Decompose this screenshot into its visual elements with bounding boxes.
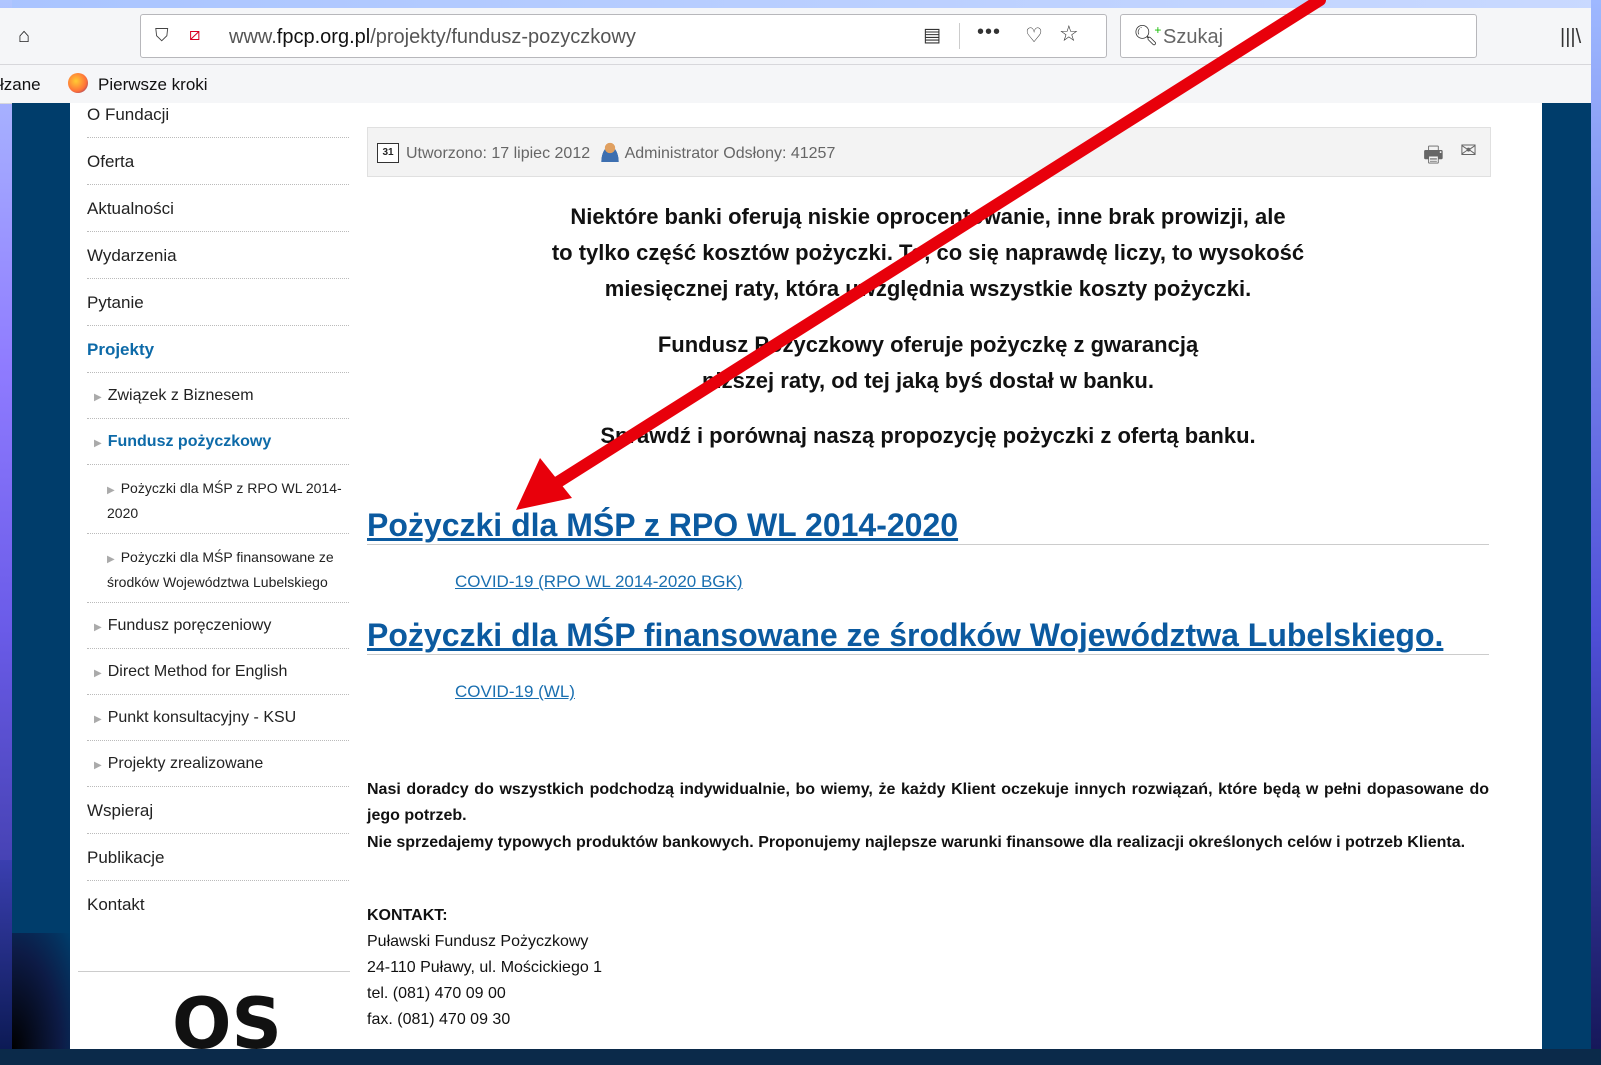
advisor-paragraph: Nasi doradcy do wszystkich podchodzą ind…: [367, 781, 1489, 824]
window-frame-left-lower: [0, 860, 12, 1049]
triangle-right-icon: ▶: [94, 714, 102, 725]
triangle-right-icon: ▶: [94, 622, 102, 633]
sidebar-subitem-direct-method[interactable]: ▶ Direct Method for English: [87, 649, 349, 695]
section-heading-wojewodztwo: Pożyczki dla MŚP finansowane ze środków …: [367, 617, 1489, 655]
sidebar-subitem-fundusz-pozyczkowy[interactable]: ▶ Fundusz pożyczkowy: [87, 419, 349, 465]
window-frame-right: [1591, 0, 1601, 1049]
sidebar-item-wspieraj[interactable]: Wspieraj: [87, 787, 349, 834]
covid-rpo-link[interactable]: COVID-19 (RPO WL 2014-2020 BGK): [455, 572, 743, 592]
browser-toolbar: ⌂ ⛉ ⧄ www.fpcp.org.pl/projekty/fundusz-p…: [0, 8, 1591, 65]
sidebar-item-aktualnosci[interactable]: Aktualności: [87, 185, 349, 232]
sidebar-subitem-projekty-zrealizowane[interactable]: ▶ Projekty zrealizowane: [87, 741, 349, 787]
sidebar-subsubitem-rpo-wl[interactable]: ▶ Pożyczki dla MŚP z RPO WL 2014-2020: [87, 465, 349, 534]
sidebar-item-o-fundacji[interactable]: O Fundacji: [87, 103, 349, 138]
shield-icon[interactable]: ⛉: [155, 25, 169, 46]
contact-line: tel. (081) 470 09 00: [367, 985, 506, 1002]
triangle-right-icon: ▶: [107, 485, 115, 496]
sidebar-subitem-fundusz-poreczeniowy[interactable]: ▶ Fundusz poręczeniowy: [87, 603, 349, 649]
sidebar-logo: OS: [172, 983, 282, 1065]
section-link-wojewodztwo[interactable]: Pożyczki dla MŚP finansowane ze środków …: [367, 617, 1443, 653]
author: Administrator: [624, 145, 719, 162]
insecure-connection-icon[interactable]: ⧄: [189, 24, 200, 45]
contact-heading: KONTAKT:: [367, 907, 448, 924]
window-frame-top: [0, 0, 1601, 8]
firefox-icon: [68, 73, 88, 93]
offer-paragraph: Nie sprzedajemy typowych produktów banko…: [367, 834, 1466, 851]
section-heading-rpo-wl: Pożyczki dla MŚP z RPO WL 2014-2020: [367, 507, 1489, 545]
sidebar-item-wydarzenia[interactable]: Wydarzenia: [87, 232, 349, 279]
urlbar-separator: [959, 23, 960, 49]
web-page: O Fundacji Oferta Aktualności Wydarzenia…: [12, 103, 1591, 1065]
article-meta: Utworzono: 17 lipiec 2012 Administrator …: [406, 142, 835, 163]
contact-block: KONTAKT: Puławski Fundusz Pożyczkowy 24-…: [367, 903, 602, 1033]
intro-line: to tylko część kosztów pożyczki. To, co …: [551, 240, 1305, 265]
article-info-bar: 31 Utworzono: 17 lipiec 2012 Administrat…: [367, 127, 1491, 177]
sidebar-subsubitem-wojewodztwo[interactable]: ▶ Pożyczki dla MŚP finansowane ze środków…: [87, 534, 349, 603]
triangle-right-icon: ▶: [94, 438, 102, 449]
url-text[interactable]: www.fpcp.org.pl/projekty/fundusz-pozyczk…: [229, 26, 636, 49]
sidebar-item-projekty[interactable]: Projekty: [87, 326, 349, 373]
sidebar-divider: [78, 971, 350, 972]
sidebar-item-oferta[interactable]: Oferta: [87, 138, 349, 185]
email-icon[interactable]: ✉︎: [1460, 138, 1477, 163]
intro-line: Fundusz Pożyczkowy oferuje pożyczkę z gw…: [657, 332, 1199, 357]
covid-wl-link[interactable]: COVID-19 (WL): [455, 682, 575, 702]
view-count: Odsłony: 41257: [723, 145, 836, 162]
contact-line: 24-110 Puławy, ul. Mościckiego 1: [367, 959, 603, 976]
library-icon[interactable]: |||\: [1560, 26, 1581, 49]
created-date: Utworzono: 17 lipiec 2012: [406, 145, 591, 162]
intro-cta: Sprawdź i porównaj naszą propozycję poży…: [600, 423, 1256, 448]
intro-line: miesięcznej raty, która uwzględnia wszys…: [604, 276, 1252, 301]
bookmark-item-pierwsze-kroki[interactable]: Pierwsze kroki: [98, 75, 208, 95]
bookmarks-bar: łzane Pierwsze kroki: [0, 65, 1591, 104]
search-bar[interactable]: 🔍︎+ Szukaj: [1120, 14, 1477, 58]
triangle-right-icon: ▶: [94, 668, 102, 679]
sidebar-subitem-ksu[interactable]: ▶ Punkt konsultacyjny - KSU: [87, 695, 349, 741]
reader-view-icon[interactable]: ▤: [923, 24, 941, 47]
search-icon[interactable]: 🔍︎+: [1133, 23, 1165, 48]
page-actions-icon[interactable]: •••: [977, 21, 1001, 44]
page-corner-decoration: [12, 933, 70, 1049]
intro-paragraph: Niektóre banki oferują niskie oprocentow…: [367, 199, 1489, 307]
intro-line: niższej raty, od tej jaką byś dostał w b…: [702, 368, 1154, 393]
triangle-right-icon: ▶: [94, 760, 102, 771]
user-icon: [598, 142, 621, 162]
calendar-icon: 31: [377, 143, 399, 163]
triangle-right-icon: ▶: [107, 554, 115, 565]
contact-line: Puławski Fundusz Pożyczkowy: [367, 933, 589, 950]
pocket-icon[interactable]: ♡: [1025, 23, 1043, 48]
bookmark-item-cut[interactable]: łzane: [0, 75, 41, 95]
sidebar-item-pytanie[interactable]: Pytanie: [87, 279, 349, 326]
home-icon[interactable]: ⌂: [18, 26, 38, 46]
sidebar-item-kontakt[interactable]: Kontakt: [87, 881, 349, 928]
print-icon[interactable]: 🖶︎: [1423, 138, 1444, 176]
url-bar[interactable]: ⛉ ⧄ www.fpcp.org.pl/projekty/fundusz-poz…: [140, 14, 1107, 58]
bookmark-star-icon[interactable]: ☆: [1059, 21, 1079, 47]
search-placeholder: Szukaj: [1163, 26, 1224, 48]
section-link-rpo-wl[interactable]: Pożyczki dla MŚP z RPO WL 2014-2020: [367, 507, 958, 543]
sidebar-menu: O Fundacji Oferta Aktualności Wydarzenia…: [87, 103, 349, 928]
triangle-right-icon: ▶: [94, 392, 102, 403]
sidebar-item-publikacje[interactable]: Publikacje: [87, 834, 349, 881]
contact-line: fax. (081) 470 09 30: [367, 1011, 511, 1028]
sidebar-subitem-zwiazek-z-biznesem[interactable]: ▶ Związek z Biznesem: [87, 373, 349, 419]
intro-line: Niektóre banki oferują niskie oprocentow…: [570, 204, 1286, 229]
intro-paragraph-2: Fundusz Pożyczkowy oferuje pożyczkę z gw…: [367, 327, 1489, 399]
